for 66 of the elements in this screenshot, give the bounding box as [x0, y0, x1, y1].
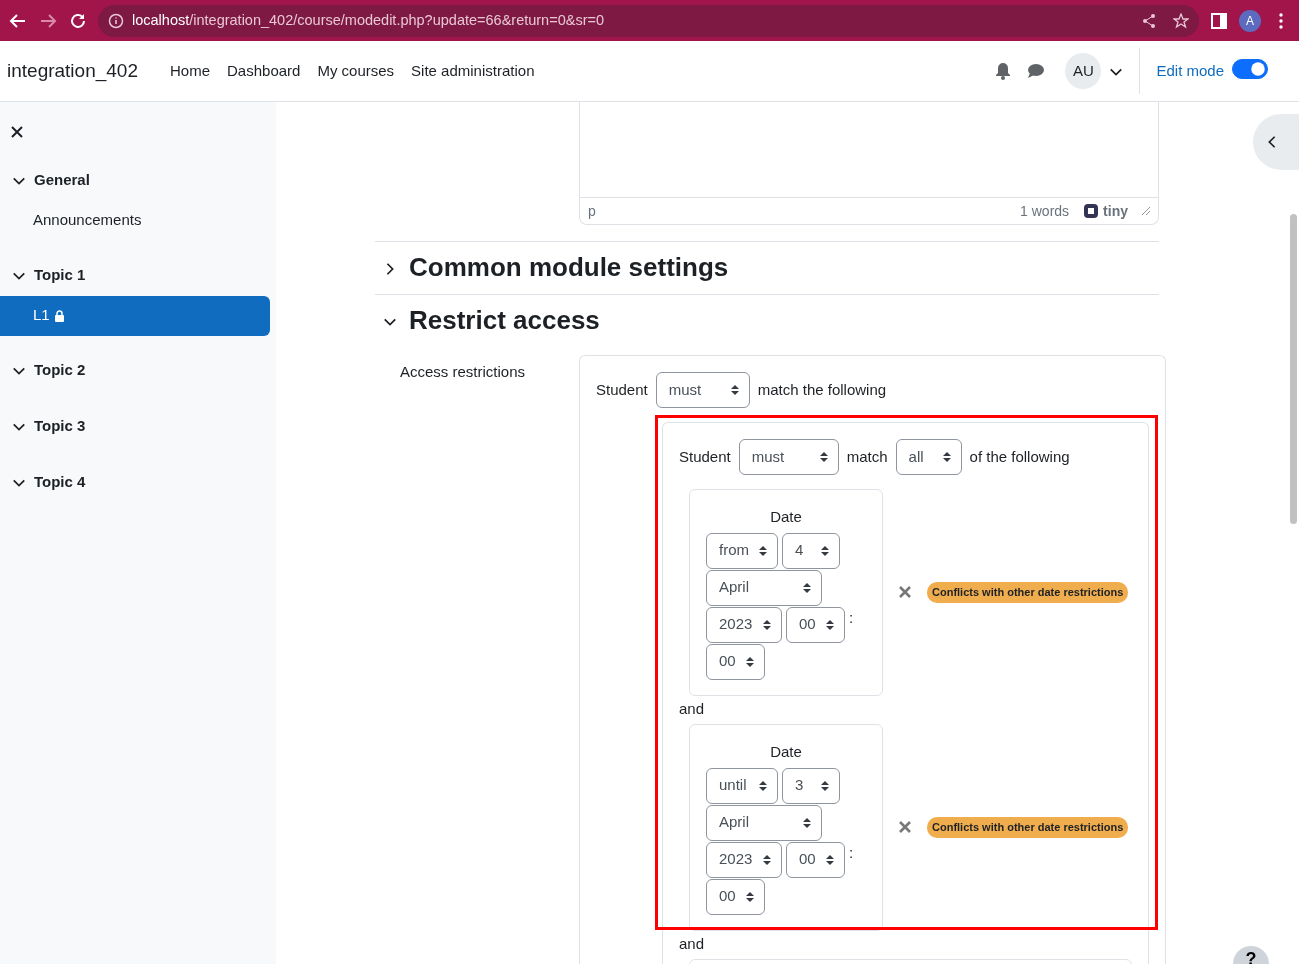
year-select[interactable]: 2023 [706, 841, 782, 878]
field-label: match [846, 446, 888, 467]
condition-joiner: and [679, 934, 705, 952]
scrollbar-thumb[interactable] [1290, 214, 1297, 524]
profile-avatar[interactable]: A [1239, 9, 1261, 32]
close-icon[interactable] [10, 125, 24, 140]
field-label: Student [679, 446, 731, 467]
nav-link[interactable]: Dashboard [227, 59, 301, 83]
delete-icon[interactable] [899, 821, 911, 834]
direction-select[interactable]: from [706, 532, 778, 569]
edit-mode-label: Edit mode [1156, 60, 1224, 81]
site-name: integration_402 [7, 58, 138, 84]
condition-joiner: and [679, 699, 705, 717]
section-item[interactable]: Topic 2 [0, 350, 276, 391]
activity-item[interactable]: L1 [0, 295, 270, 336]
must-select[interactable]: must [655, 372, 750, 408]
chat-icon[interactable] [1027, 63, 1046, 79]
section-item[interactable]: Topic 4 [0, 462, 276, 503]
minute-select[interactable]: 00 [706, 643, 765, 680]
delete-icon[interactable] [899, 586, 911, 599]
drawer-toggle[interactable] [1253, 114, 1299, 170]
activity-item[interactable]: Announcements [0, 200, 270, 241]
condition-title: Date [770, 743, 802, 760]
logo-icon [1083, 203, 1100, 219]
warning-badge: Conflicts with other date restrictions [927, 817, 1129, 838]
section-item[interactable]: Topic 3 [0, 406, 276, 447]
editor-brand: tiny [1103, 201, 1128, 221]
field-label: Access restrictions [399, 362, 527, 382]
element-path: p [588, 201, 596, 221]
sidebar-icon[interactable] [1209, 10, 1229, 31]
field-label: Student [596, 379, 648, 400]
user-avatar[interactable]: AU [1065, 53, 1102, 89]
section-item[interactable]: Topic 1 [0, 255, 276, 296]
bell-icon[interactable] [995, 62, 1012, 80]
time-separator: : [849, 842, 854, 863]
resize-handle-icon[interactable] [1142, 207, 1150, 215]
share-icon[interactable] [1141, 12, 1157, 29]
nav-link[interactable]: Home [170, 59, 210, 83]
nav-link[interactable]: Site administration [411, 59, 535, 83]
warning-badge: Conflicts with other date restrictions [927, 582, 1129, 603]
star-icon[interactable] [1173, 12, 1189, 29]
direction-select[interactable]: until [706, 767, 778, 804]
condition-title: Date [770, 508, 802, 525]
month-select[interactable]: April [706, 804, 822, 841]
hour-select[interactable]: 00 [786, 841, 845, 878]
hour-select[interactable]: 00 [786, 606, 845, 643]
section-heading: Common module settings [409, 252, 729, 284]
info-icon [108, 12, 124, 29]
word-count: 1 words [1020, 201, 1070, 221]
edit-mode-switch[interactable] [1232, 59, 1268, 79]
time-separator: : [849, 607, 854, 628]
field-label: match the following [757, 379, 887, 400]
field-label: of the following [969, 446, 1070, 467]
day-select[interactable]: 3 [782, 767, 840, 804]
month-select[interactable]: April [706, 569, 822, 606]
url-text: localhost/integration_402/course/modedit.php?update=66&return=0&sr=0 [132, 10, 604, 30]
address-bar[interactable]: localhost/integration_402/course/modedit.php?update=66&return=0&sr=0 [98, 4, 1199, 37]
section-heading: Restrict access [409, 305, 600, 337]
all-select[interactable]: all [895, 439, 962, 475]
day-select[interactable]: 4 [782, 532, 840, 569]
section-item[interactable]: General [0, 160, 276, 201]
must-select[interactable]: must [738, 439, 839, 475]
text-editor[interactable]: p 1 words tiny [579, 102, 1159, 225]
year-select[interactable]: 2023 [706, 606, 782, 643]
nav-link[interactable]: My courses [317, 59, 395, 83]
minute-select[interactable]: 00 [706, 878, 765, 915]
